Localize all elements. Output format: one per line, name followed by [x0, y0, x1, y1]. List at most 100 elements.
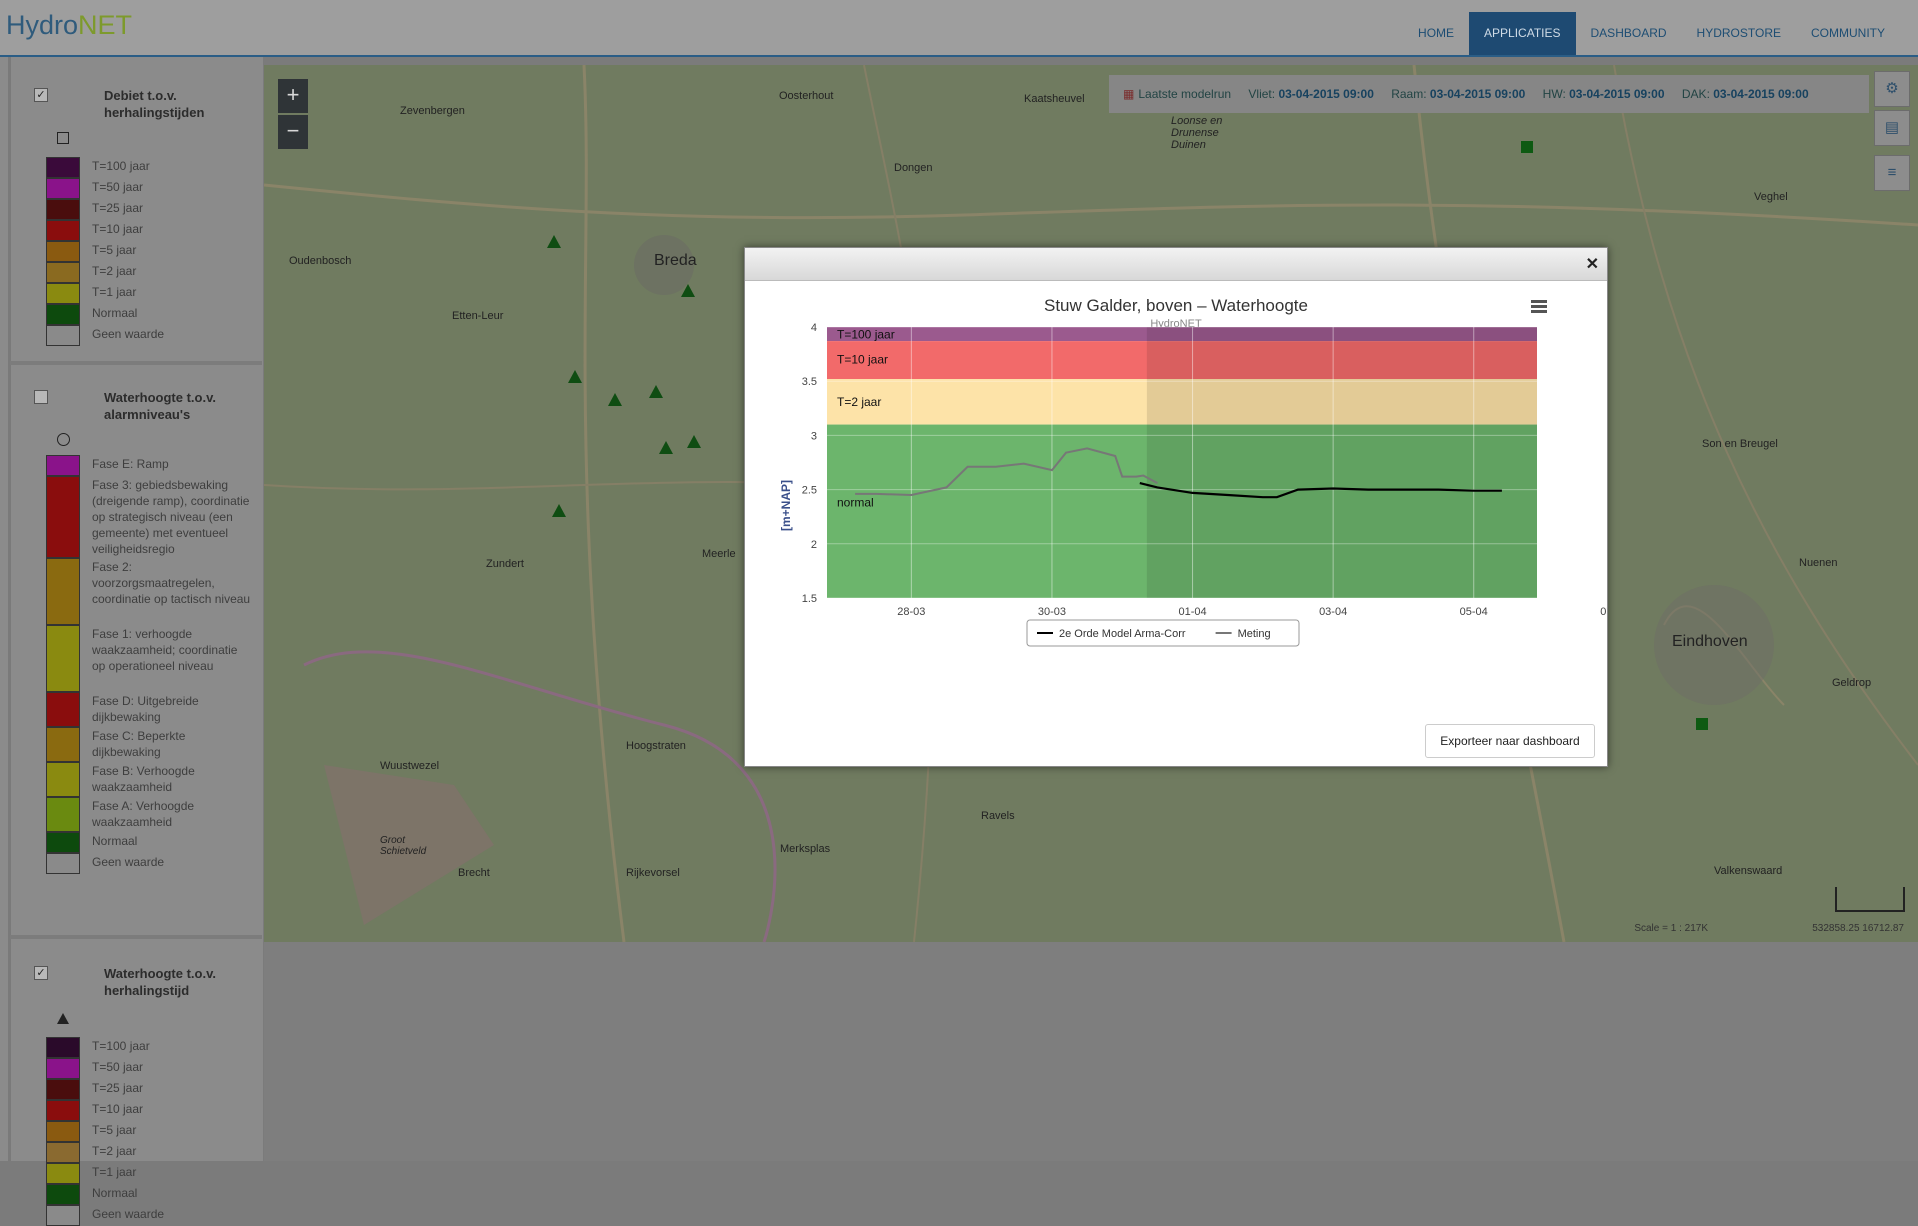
legend-item: T=100 jaar [46, 1037, 256, 1058]
database-icon[interactable]: ≡ [1874, 155, 1910, 191]
legend-item: Normaal [46, 1184, 256, 1205]
x-tick-label: 07-04 [1600, 606, 1607, 618]
export-to-dashboard-button[interactable]: Exporteer naar dashboard [1425, 724, 1595, 758]
legend-entry: Meting [1238, 628, 1271, 640]
laatste-modelrun-label: Laatste modelrun [1138, 87, 1232, 101]
dak-label: DAK: [1681, 87, 1710, 101]
nav-home[interactable]: HOME [1403, 12, 1469, 55]
legend-item: Fase A: Verhoogde waakzaamheid [46, 797, 256, 832]
legend-color-swatch [46, 762, 80, 797]
legend-item: Geen waarde [46, 1205, 256, 1226]
legend-color-swatch [46, 832, 80, 853]
legend-color-swatch [46, 220, 80, 241]
legend-label: Fase B: Verhoogde waakzaamheid [92, 764, 195, 794]
map-place-label: Son en Breugel [1702, 438, 1778, 450]
circle-symbol-icon [57, 433, 70, 446]
legend-label: Geen waarde [92, 327, 165, 341]
legend-color-swatch [46, 262, 80, 283]
legend-color-swatch [46, 558, 80, 625]
band-label: normal [837, 496, 874, 510]
zoom-out-button[interactable]: − [278, 115, 308, 149]
map-place-label: Wuustwezel [380, 760, 440, 772]
map-place-label: Ravels [981, 810, 1015, 822]
legend-section-herhalingstijd: ✓ Waterhoogte t.o.v. herhalingstijd T=10… [0, 963, 263, 1226]
legend-label: T=10 jaar [92, 222, 144, 236]
map-place-label: Meerle [702, 548, 736, 560]
close-icon[interactable]: ✕ [1586, 254, 1599, 274]
legend-color-swatch [46, 727, 80, 762]
layers-icon[interactable]: ▤ [1874, 110, 1910, 146]
legend-label: T=25 jaar [92, 201, 144, 215]
calendar-icon: ▦ [1123, 87, 1135, 101]
nav-community[interactable]: COMMUNITY [1796, 12, 1900, 55]
legend-color-swatch [46, 283, 80, 304]
band-label: T=10 jaar [837, 353, 888, 367]
legend-label: Fase 3: gebiedsbewaking (dreigende ramp)… [92, 478, 250, 556]
raam-label: Raam: [1391, 87, 1427, 101]
legend-label: T=50 jaar [92, 1060, 144, 1074]
hw-label: HW: [1542, 87, 1566, 101]
vliet-value: 03-04-2015 09:00 [1278, 87, 1374, 101]
legend-color-swatch [46, 157, 80, 178]
map-place-label: Etten-Leur [452, 310, 504, 322]
legend-section-title: Debiet t.o.v. herhalingstijden [104, 88, 205, 120]
legend-color-swatch [46, 692, 80, 727]
legend-section-debiet: ✓ Debiet t.o.v. herhalingstijden T=100 j… [0, 57, 263, 357]
map-place-label: Nuenen [1799, 557, 1838, 569]
legend-section-alarmniveaus: Waterhoogte t.o.v. alarmniveau's Fase E:… [0, 387, 263, 927]
raam-value: 03-04-2015 09:00 [1429, 87, 1526, 101]
legend-label: Fase C: Beperkte dijkbewaking [92, 729, 186, 759]
legend-label: Fase A: Verhoogde waakzaamheid [92, 799, 195, 829]
dialog-header[interactable]: ✕ [745, 248, 1607, 281]
legend-item: T=50 jaar [46, 1058, 256, 1079]
y-tick-label: 3 [811, 430, 817, 442]
hydronet-logo[interactable]: HydroNET [6, 10, 132, 41]
legend-color-swatch [46, 1079, 80, 1100]
legend-item: T=1 jaar [46, 283, 256, 304]
divider [10, 935, 262, 939]
map-place-label: Valkenswaard [1714, 865, 1783, 877]
legend-label: T=10 jaar [92, 1102, 144, 1116]
legend-label: T=50 jaar [92, 180, 144, 194]
map-place-label: Zevenbergen [400, 105, 465, 117]
legend-color-swatch [46, 1184, 80, 1205]
legend-item: T=25 jaar [46, 199, 256, 220]
legend-item: T=10 jaar [46, 220, 256, 241]
legend-item: T=5 jaar [46, 241, 256, 262]
main-nav: HOME APPLICATIES DASHBOARD HYDROSTORE CO… [1403, 12, 1900, 55]
nav-applicaties[interactable]: APPLICATIES [1469, 12, 1576, 55]
legend-item: T=5 jaar [46, 1121, 256, 1142]
map-place-label: Loonse en Drunense Duinen [1171, 115, 1223, 151]
map-place-label: Geldrop [1832, 677, 1872, 689]
legend-item: Normaal [46, 304, 256, 325]
x-tick-label: 28-03 [897, 606, 925, 618]
legend-color-swatch [46, 1163, 80, 1184]
nav-hydrostore[interactable]: HYDROSTORE [1682, 12, 1796, 55]
layer-checkbox-alarmniveaus[interactable] [34, 390, 48, 404]
legend-item: Fase 3: gebiedsbewaking (dreigende ramp)… [46, 476, 256, 558]
legend-color-swatch [46, 797, 80, 832]
legend-item: Normaal [46, 832, 256, 853]
legend-label: Normaal [92, 834, 138, 848]
nav-dashboard[interactable]: DASHBOARD [1576, 12, 1682, 55]
settings-gear-icon[interactable]: ⚙ [1874, 71, 1910, 107]
divider [10, 361, 262, 365]
zoom-in-button[interactable]: + [278, 79, 308, 113]
legend-item: Fase 2: voorzorgsmaatregelen, coordinati… [46, 558, 256, 625]
legend-item: T=2 jaar [46, 262, 256, 283]
legend-item: T=25 jaar [46, 1079, 256, 1100]
legend-item: Fase E: Ramp [46, 455, 256, 476]
legend-color-swatch [46, 1037, 80, 1058]
legend-color-swatch [46, 1205, 80, 1226]
layer-checkbox-herhalingstijd[interactable]: ✓ [34, 966, 48, 980]
map-place-label: Veghel [1754, 191, 1788, 203]
legend-item: T=10 jaar [46, 1100, 256, 1121]
legend-item: T=50 jaar [46, 178, 256, 199]
map-place-label: Groot Schietveld [380, 835, 427, 857]
legend-entry: 2e Orde Model Arma-Corr [1059, 628, 1186, 640]
layer-checkbox-debiet[interactable]: ✓ [34, 88, 48, 102]
legend-section-title: Waterhoogte t.o.v. herhalingstijd [104, 966, 216, 998]
band-label: T=2 jaar [837, 395, 881, 409]
empty-area [264, 942, 1918, 1161]
waterhoogte-chart: T=100 jaarT=10 jaarT=2 jaarnormal28-03 30… [802, 322, 1607, 647]
